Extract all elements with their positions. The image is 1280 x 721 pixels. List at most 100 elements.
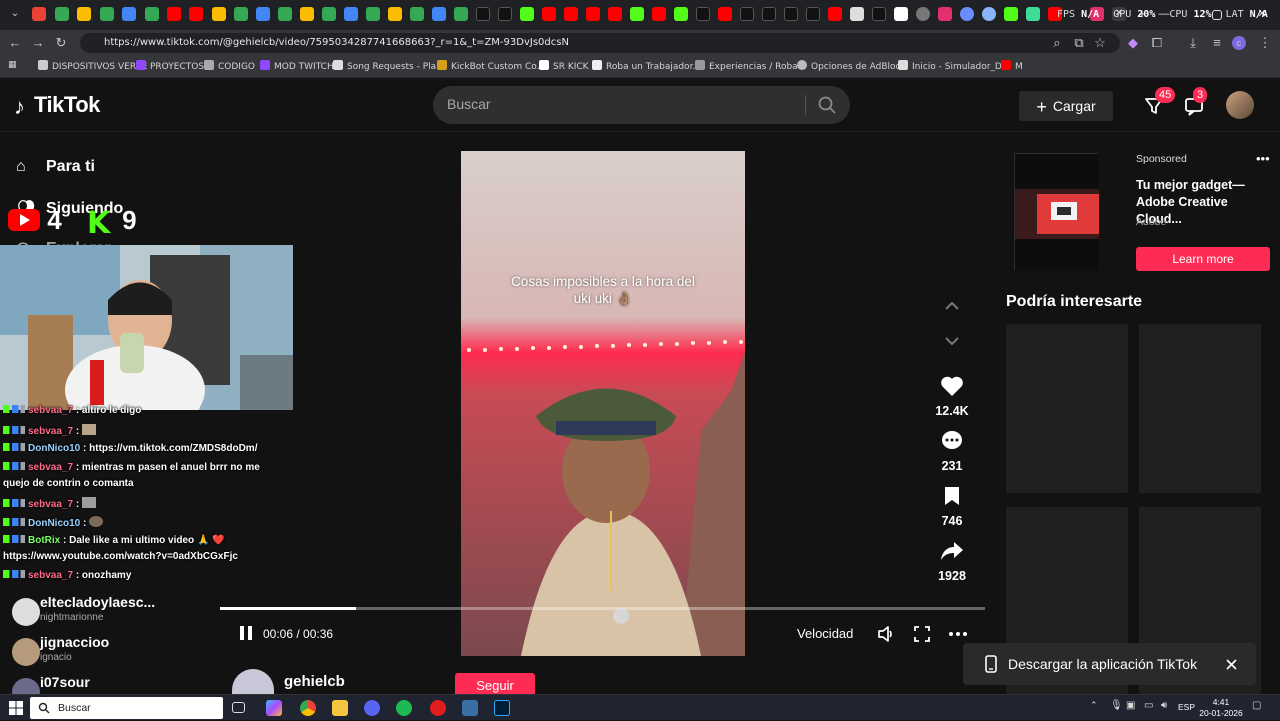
tab-youtube-icon[interactable] — [167, 7, 181, 21]
tab-kick-icon[interactable] — [674, 7, 688, 21]
taskbar-clock[interactable]: 4:41 20-01-2026 — [1196, 697, 1246, 719]
bookmark-item[interactable]: KickBot Custom Co... — [437, 60, 545, 72]
reload-icon[interactable]: ↻ — [52, 34, 70, 52]
tab-drive-icon[interactable] — [388, 7, 402, 21]
tab-drive-icon[interactable] — [212, 7, 226, 21]
tab-kick-icon[interactable] — [630, 7, 644, 21]
tab-youtube-icon[interactable] — [828, 7, 842, 21]
profile-avatar[interactable] — [1226, 91, 1254, 119]
url-field[interactable]: https://www.tiktok.com/@gehielcb/video/7… — [80, 33, 1120, 53]
tab-youtube-icon[interactable] — [542, 7, 556, 21]
next-video-button[interactable] — [930, 333, 974, 351]
app-icon[interactable] — [462, 700, 478, 716]
fullscreen-icon[interactable] — [912, 624, 932, 644]
tab-youtube-icon[interactable] — [564, 7, 578, 21]
tab-page-icon[interactable] — [894, 7, 908, 21]
network-icon[interactable]: ▭ — [1144, 700, 1156, 716]
learn-more-button[interactable]: Learn more — [1136, 247, 1270, 271]
video-progress-track[interactable] — [220, 607, 985, 610]
tab-drive-icon[interactable] — [410, 7, 424, 21]
bookmark-item[interactable]: Inicio - Simulador_D... — [898, 60, 1010, 72]
tab-drive-icon[interactable] — [122, 7, 136, 21]
previous-video-button[interactable] — [930, 298, 974, 316]
zoom-icon[interactable]: ⌕ — [1048, 34, 1066, 52]
recommended-video-card[interactable] — [1006, 324, 1128, 493]
forward-arrow-icon[interactable]: → — [29, 34, 47, 52]
bookmark-item[interactable]: DISPOSITIVOS VERSE — [38, 60, 147, 72]
tab-list-chevron-icon[interactable]: ⌄ — [8, 7, 22, 21]
tab-drive-icon[interactable] — [300, 7, 314, 21]
tab-drive-icon[interactable] — [234, 7, 248, 21]
tab-youtube-icon[interactable] — [189, 7, 203, 21]
following-account[interactable]: jignaccioo ignacio — [12, 634, 217, 670]
follow-button[interactable]: Seguir — [455, 673, 535, 695]
tab-drive-icon[interactable] — [77, 7, 91, 21]
tab-drive-icon[interactable] — [322, 7, 336, 21]
camera-icon[interactable]: ▣ — [1126, 700, 1138, 716]
tiktok-logo[interactable]: ♪ TikTok — [14, 92, 100, 119]
tab-youtube-icon[interactable] — [652, 7, 666, 21]
volume-icon[interactable] — [876, 624, 896, 644]
speaker-icon[interactable]: 🔊︎ — [1161, 700, 1173, 716]
tab-tiktok-icon[interactable] — [784, 7, 798, 21]
notifications-icon[interactable]: ▢ — [1252, 700, 1264, 716]
tab-youtube-icon[interactable] — [608, 7, 622, 21]
tab-kick-icon[interactable] — [1004, 7, 1018, 21]
author-name[interactable]: gehielcb — [284, 673, 345, 690]
following-account[interactable]: eltecladoylaesc... nightmarionne — [12, 594, 217, 630]
profile-avatar-icon[interactable]: c — [1232, 36, 1246, 50]
tab-drive-icon[interactable] — [145, 7, 159, 21]
apps-grid-icon[interactable]: ▦ — [8, 60, 17, 70]
downloads-icon[interactable]: ⤓ — [1184, 34, 1202, 52]
file-explorer-icon[interactable] — [332, 700, 348, 716]
bookmark-star-icon[interactable]: ☆ — [1091, 34, 1109, 52]
tab-tiktok-icon[interactable] — [476, 7, 490, 21]
save-button[interactable]: 746 — [930, 485, 974, 528]
download-app-banner[interactable]: Descargar la aplicación TikTok — [963, 643, 1256, 685]
browser-menu-icon[interactable]: ⋮ — [1256, 34, 1274, 52]
tab-gmail-icon[interactable] — [32, 7, 46, 21]
bookmark-item[interactable]: M — [1001, 60, 1023, 72]
chrome-icon[interactable] — [300, 700, 316, 716]
tab-tiktok-icon[interactable] — [696, 7, 710, 21]
extension-icon[interactable]: ◆ — [1124, 34, 1142, 52]
upload-button[interactable]: + Cargar — [1019, 91, 1113, 121]
spotify-icon[interactable] — [396, 700, 412, 716]
share-button[interactable]: 1928 — [930, 540, 974, 583]
discord-icon[interactable] — [364, 700, 380, 716]
tab-youtube-icon[interactable] — [586, 7, 600, 21]
bookmark-item[interactable]: CODIGO — [204, 60, 255, 72]
tab-youtube-icon[interactable] — [718, 7, 732, 21]
app-icon[interactable] — [430, 700, 446, 716]
tab-tiktok-icon[interactable] — [872, 7, 886, 21]
start-windows-icon[interactable] — [8, 700, 24, 716]
more-options-icon[interactable] — [948, 624, 968, 644]
tab-drive-icon[interactable] — [100, 7, 114, 21]
pause-icon[interactable] — [237, 624, 255, 642]
photoshop-icon[interactable] — [494, 700, 510, 716]
close-icon[interactable] — [1226, 659, 1237, 670]
tab-gemini-icon[interactable] — [982, 7, 996, 21]
comment-button[interactable]: 231 — [930, 430, 974, 473]
microphone-icon[interactable]: 🎙︎ — [1110, 700, 1123, 716]
extensions-puzzle-icon[interactable]: ⧠ — [1148, 34, 1166, 52]
playback-speed-button[interactable]: Velocidad — [797, 626, 853, 641]
back-arrow-icon[interactable]: ← — [6, 34, 24, 52]
tab-tiktok-icon[interactable] — [806, 7, 820, 21]
bookmark-item[interactable]: PROYECTOS — [136, 60, 204, 72]
bookmark-item[interactable]: Experiencias / Roba... — [695, 60, 806, 72]
tab-instagram-icon[interactable] — [938, 7, 952, 21]
task-view-icon[interactable] — [232, 702, 245, 713]
recommended-video-card[interactable] — [1139, 324, 1261, 493]
nav-for-you[interactable]: ⌂ Para ti — [16, 158, 95, 176]
tab-drive-icon[interactable] — [366, 7, 380, 21]
search-box[interactable]: Buscar — [433, 86, 850, 124]
bookmark-item[interactable]: SR KICK — [539, 60, 589, 72]
video-player[interactable] — [461, 151, 745, 656]
tab-tiktok-icon[interactable] — [498, 7, 512, 21]
tab-tiktok-icon[interactable] — [740, 7, 754, 21]
tab-globe-icon[interactable] — [916, 7, 930, 21]
bookmark-item[interactable]: Song Requests - Pla... — [333, 60, 445, 72]
tab-drive-icon[interactable] — [344, 7, 358, 21]
like-button[interactable]: 12.4K — [930, 375, 974, 418]
